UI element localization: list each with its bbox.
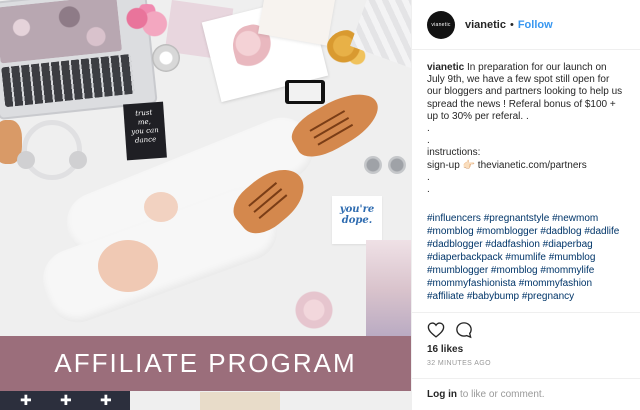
caption-username-link[interactable]: vianetic: [427, 62, 464, 73]
login-link[interactable]: Log in: [427, 389, 457, 400]
gold-item: [200, 392, 280, 410]
shoe-lace: [317, 123, 354, 146]
comment-prompt: Log in to like or comment.: [412, 378, 640, 410]
hashtag-line[interactable]: #mumblogger #momblog #mommylife: [427, 264, 633, 277]
caption-line: .: [427, 171, 430, 183]
post-image[interactable]: trust me, you can dance you're dope. ✚ ✚…: [0, 0, 411, 410]
phone-image: [285, 80, 325, 104]
caption-first-line: vianetic In preparation for our launch o…: [427, 62, 633, 74]
quote-line: dance: [134, 135, 157, 145]
laptop-screen: [0, 0, 123, 64]
sunglasses-image: [364, 156, 410, 178]
post-caption: vianetic In preparation for our launch o…: [427, 62, 633, 196]
flowers-image: [122, 4, 172, 40]
caption-line: our bloggers and partners looking to hel…: [427, 86, 623, 98]
likes-count[interactable]: 16 likes: [427, 344, 463, 355]
shoe-lace: [258, 194, 288, 219]
caption-line: spread the news ! Referal bonus of $100 …: [427, 98, 616, 110]
hashtag-line[interactable]: #influencers #pregnantstyle #newmom: [427, 212, 633, 225]
hashtag-line[interactable]: #affiliate #babybump #pregnancy: [427, 290, 633, 303]
caption-line: .: [427, 135, 430, 147]
username-link[interactable]: vianetic: [465, 19, 506, 31]
hashtag-line[interactable]: #diaperbackpack #mumlife #mumblog: [427, 251, 633, 264]
separator-dot: •: [509, 18, 514, 31]
caption-line: instructions:: [427, 147, 481, 159]
hashtag-block: #influencers #pregnantstyle #newmom #mom…: [427, 212, 633, 303]
floral-card: [366, 240, 411, 340]
post-sidebar: vianetic vianetic • Follow vianetic In p…: [411, 0, 640, 410]
knee-lower: [98, 240, 158, 292]
comment-icon[interactable]: [455, 321, 473, 339]
caption-line: up to 30% per referal. .: [427, 110, 529, 122]
hashtag-line[interactable]: #mommyfashionista #mommyfashion: [427, 277, 633, 290]
caption-signup-line: sign-up 👉🏻 thevianetic.com/partners: [427, 159, 587, 171]
hashtag-line[interactable]: #momblog #momblogger #dadblog #dadlife: [427, 225, 633, 238]
candle-image: [152, 44, 180, 72]
avatar-text: vianetic: [431, 21, 451, 28]
post-timestamp: 32 MINUTES AGO: [427, 360, 491, 367]
affiliate-banner: AFFILIATE PROGRAM: [0, 336, 411, 391]
follow-button[interactable]: Follow: [518, 19, 553, 31]
action-bar: [412, 312, 640, 346]
laptop-keyboard: [1, 53, 135, 108]
comment-prompt-text: to like or comment.: [460, 389, 545, 400]
avatar[interactable]: vianetic: [427, 10, 455, 39]
patterned-fabric: ✚ ✚ ✚: [0, 390, 130, 410]
banner-text: AFFILIATE PROGRAM: [54, 348, 357, 378]
caption-line: .: [427, 184, 430, 196]
caption-line: .: [427, 123, 430, 135]
cross-icon: ✚: [20, 392, 32, 408]
quote-line: you're: [339, 204, 375, 215]
knee-upper: [144, 192, 178, 222]
heart-icon[interactable]: [427, 322, 445, 338]
quote-line: dope.: [341, 215, 373, 226]
cross-icon: ✚: [100, 392, 112, 408]
quote-card-dark: trust me, you can dance: [123, 101, 167, 161]
hashtag-line[interactable]: #dadblogger #dadfashion #diaperbag: [427, 238, 633, 251]
headphones-image: [17, 120, 87, 180]
floral-decor: [290, 290, 350, 330]
post-header: vianetic vianetic • Follow: [412, 0, 640, 50]
caption-line: July 9th, we have a few spot still open …: [427, 74, 610, 86]
cross-icon: ✚: [60, 392, 72, 408]
quote-card-dope: you're dope.: [332, 196, 382, 244]
caption-text: In preparation for our launch on: [464, 62, 607, 73]
